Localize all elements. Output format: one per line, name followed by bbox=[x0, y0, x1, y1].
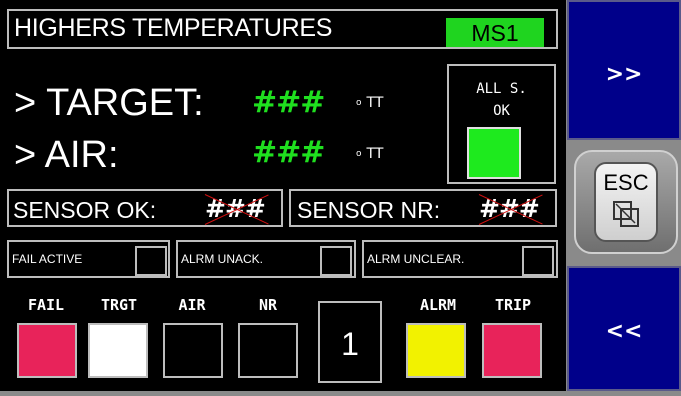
ms-badge: MS1 bbox=[446, 18, 544, 47]
hmi-screen: HIGHERS TEMPERATURES MS1 > TARGET: ### o… bbox=[0, 0, 566, 391]
indicator-fail-label: FAIL bbox=[27, 296, 65, 314]
fail-active-panel: FAIL ACTIVE bbox=[7, 240, 170, 278]
air-unit-text: TT bbox=[366, 146, 384, 162]
indicator-trgt-label: TRGT bbox=[100, 296, 138, 314]
all-sensors-panel: ALL S. OK bbox=[447, 64, 556, 184]
fail-active-lamp bbox=[135, 246, 167, 276]
prev-page-button[interactable]: << bbox=[567, 266, 681, 391]
indicator-nr-lamp bbox=[238, 323, 298, 378]
air-value: ### bbox=[252, 135, 325, 170]
target-value: ### bbox=[252, 85, 325, 120]
indicator-alrm-label: ALRM bbox=[419, 296, 457, 314]
air-label: > AIR: bbox=[14, 134, 119, 176]
counter-display: 1 bbox=[318, 301, 382, 383]
page-title: HIGHERS TEMPERATURES bbox=[14, 14, 333, 42]
fail-active-label: FAIL ACTIVE bbox=[12, 252, 83, 266]
indicator-trip-lamp bbox=[482, 323, 542, 378]
alrm-unack-panel: ALRM UNACK. bbox=[176, 240, 356, 278]
next-page-button[interactable]: >> bbox=[567, 0, 681, 140]
indicator-air-lamp bbox=[163, 323, 223, 378]
alrm-unclear-lamp bbox=[522, 246, 554, 276]
air-unit: o TT bbox=[356, 146, 384, 162]
sensor-ok-label: SENSOR OK: bbox=[13, 197, 157, 223]
alrm-unclear-panel: ALRM UNCLEAR. bbox=[362, 240, 558, 278]
sensor-ok-panel: SENSOR OK: ### bbox=[7, 189, 283, 227]
target-unit-text: TT bbox=[366, 95, 384, 111]
window-exit-icon bbox=[613, 201, 639, 227]
indicator-fail-lamp bbox=[17, 323, 77, 378]
all-sensors-line2: OK bbox=[493, 103, 510, 119]
target-label: > TARGET: bbox=[14, 82, 204, 124]
indicator-trgt-lamp bbox=[88, 323, 148, 378]
sensor-nr-panel: SENSOR NR: ### bbox=[289, 189, 557, 227]
alrm-unack-lamp bbox=[320, 246, 352, 276]
indicator-nr-label: NR bbox=[258, 296, 278, 314]
alrm-unack-label: ALRM UNACK. bbox=[181, 252, 264, 266]
esc-label: ESC bbox=[603, 170, 649, 195]
all-sensors-lamp bbox=[467, 127, 521, 179]
indicator-trip-label: TRIP bbox=[494, 296, 532, 314]
sensor-nr-label: SENSOR NR: bbox=[297, 197, 441, 223]
indicator-air-label: AIR bbox=[178, 296, 206, 314]
esc-button[interactable]: ESC bbox=[574, 150, 678, 254]
esc-key[interactable]: ESC bbox=[594, 162, 658, 242]
all-sensors-line1: ALL S. bbox=[476, 81, 527, 97]
target-unit: o TT bbox=[356, 95, 384, 111]
alrm-unclear-label: ALRM UNCLEAR. bbox=[367, 252, 465, 266]
indicator-alrm-lamp bbox=[406, 323, 466, 378]
